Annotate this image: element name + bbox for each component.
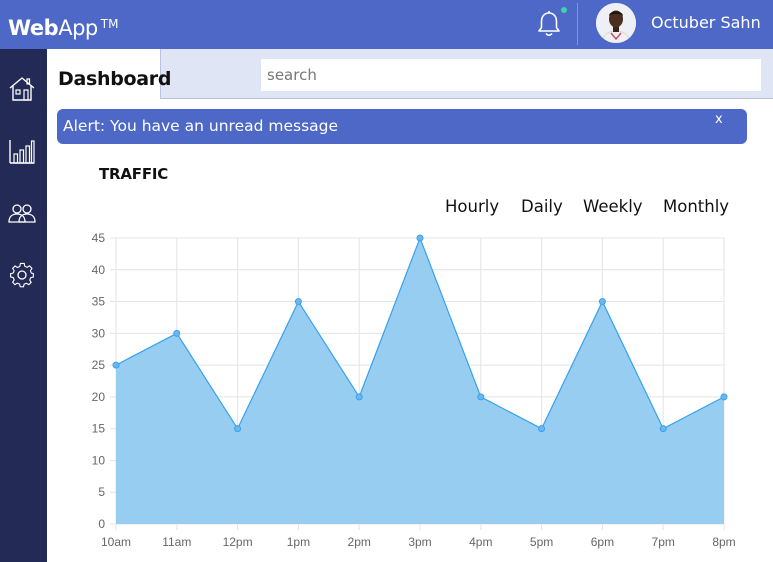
x-tick-label: 4pm [469, 535, 492, 549]
data-point [720, 393, 728, 401]
top-bar: WebApp TM Octuber Sahn [0, 0, 773, 49]
data-point [598, 298, 606, 306]
y-tick-label: 20 [92, 390, 106, 404]
x-tick-label: 10am [101, 535, 131, 549]
y-tick-label: 25 [92, 358, 106, 372]
home-icon[interactable] [7, 74, 37, 104]
range-tab-hourly[interactable]: Hourly [445, 197, 499, 217]
data-point [477, 393, 485, 401]
users-icon[interactable] [7, 198, 37, 228]
traffic-chart: 0 5 10 15 20 25 30 35 40 45 10am 11am 12pm 1pm 2pm 3pm 4… [92, 231, 736, 549]
y-tick-label: 45 [92, 231, 106, 245]
data-point [112, 361, 120, 369]
bell-icon[interactable] [536, 10, 562, 38]
tab-dashboard-label: Dashboard [58, 68, 172, 90]
x-tick-label: 5pm [530, 535, 553, 549]
x-tick-label: 6pm [591, 535, 614, 549]
gear-icon[interactable] [7, 260, 37, 290]
sidebar [0, 49, 47, 562]
y-tick-label: 5 [98, 485, 105, 499]
x-tick-label: 7pm [652, 535, 675, 549]
trademark-mark: TM [100, 17, 119, 31]
y-tick-label: 30 [92, 326, 106, 340]
alert-message: Alert: You have an unread message [63, 117, 339, 135]
notification-dot [561, 7, 567, 13]
x-tick-label: 11am [162, 535, 191, 549]
brand-rest: App [58, 16, 98, 40]
y-tick-label: 0 [98, 517, 105, 531]
avatar-picture [596, 3, 636, 43]
y-tick-label: 40 [92, 263, 106, 277]
data-point [416, 234, 424, 242]
x-tick-label: 12pm [223, 535, 253, 549]
traffic-title: TRAFFIC [99, 165, 169, 183]
x-tick-label: 2pm [348, 535, 371, 549]
tab-dashboard[interactable]: Dashboard [47, 49, 171, 99]
y-tick-label: 15 [92, 422, 106, 436]
data-point [173, 329, 181, 337]
y-tick-label: 35 [92, 295, 106, 309]
tab-bar: Dashboard [47, 49, 773, 99]
y-tick-label: 10 [92, 453, 106, 467]
brand-logo[interactable]: WebApp TM [8, 12, 118, 40]
alert-close-button[interactable]: x [715, 112, 723, 128]
x-tick-label: 3pm [408, 535, 431, 549]
brand-bold: Web [8, 16, 59, 40]
data-point [538, 425, 546, 433]
data-point [234, 425, 242, 433]
x-tick-label: 1pm [287, 535, 310, 549]
search-input[interactable] [261, 59, 761, 91]
range-tab-daily[interactable]: Daily [521, 197, 563, 217]
alert-banner: Alert: You have an unread message x [57, 109, 747, 144]
user-name[interactable]: Octuber Sahn [651, 13, 761, 33]
data-point [659, 425, 667, 433]
range-tab-monthly[interactable]: Monthly [663, 197, 729, 217]
bar-chart-icon[interactable] [7, 136, 37, 166]
x-tick-label: 8pm [712, 535, 735, 549]
tab-bar-divider [161, 98, 773, 99]
header-divider [577, 3, 578, 45]
range-tab-weekly[interactable]: Weekly [583, 197, 643, 217]
avatar[interactable] [596, 3, 636, 43]
data-point [355, 393, 363, 401]
data-point [294, 298, 302, 306]
